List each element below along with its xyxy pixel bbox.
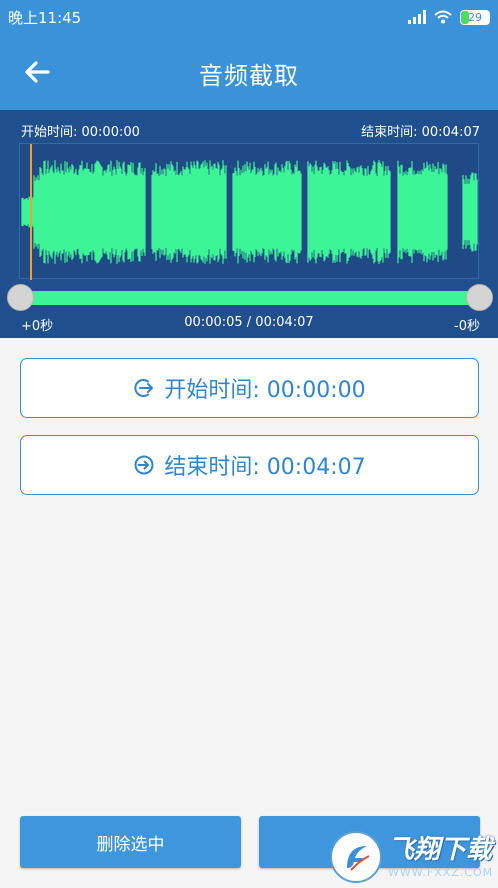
status-bar: 晚上11:45 29 [0,0,498,34]
status-time: 晚上11:45 [8,9,82,27]
waveform[interactable] [19,143,479,280]
delete-selected-label: 删除选中 [96,834,165,855]
login-arrow-icon [134,379,154,397]
watermark-url: WWW.FXXZ.COM [388,865,494,879]
watermark: 飞翔下载 WWW.FXXZ.COM [330,826,498,888]
selection-track[interactable] [20,291,479,305]
battery-icon: 29 [460,9,490,25]
right-offset: -0秒 [454,319,480,334]
wifi-icon [434,10,452,24]
page-title: 音频截取 [199,62,299,90]
editor-start-label: 开始时间: 00:00:00 [21,125,140,140]
start-time-button[interactable]: 开始时间: 00:00:00 [20,358,479,418]
start-handle[interactable] [7,284,34,311]
editor-end-label: 结束时间: 00:04:07 [361,125,480,140]
watermark-title: 飞翔下载 [388,834,493,865]
exit-arrow-icon [134,455,154,475]
signal-icon [408,10,426,24]
end-handle[interactable] [466,284,493,311]
audio-editor: 开始时间: 00:00:00 结束时间: 00:04:07 +0秒 00:00:… [0,110,498,338]
end-time-label: 结束时间: 00:04:07 [164,455,366,480]
app-bar: 音频截取 [0,34,498,110]
battery-level: 29 [468,10,482,24]
start-time-label: 开始时间: 00:00:00 [164,378,366,403]
end-time-button[interactable]: 结束时间: 00:04:07 [20,435,479,495]
delete-selected-button[interactable]: 删除选中 [20,816,241,868]
watermark-logo-icon [330,831,382,883]
playback-position: 00:00:05 / 00:04:07 [184,315,314,330]
status-icons: 29 [408,8,490,26]
